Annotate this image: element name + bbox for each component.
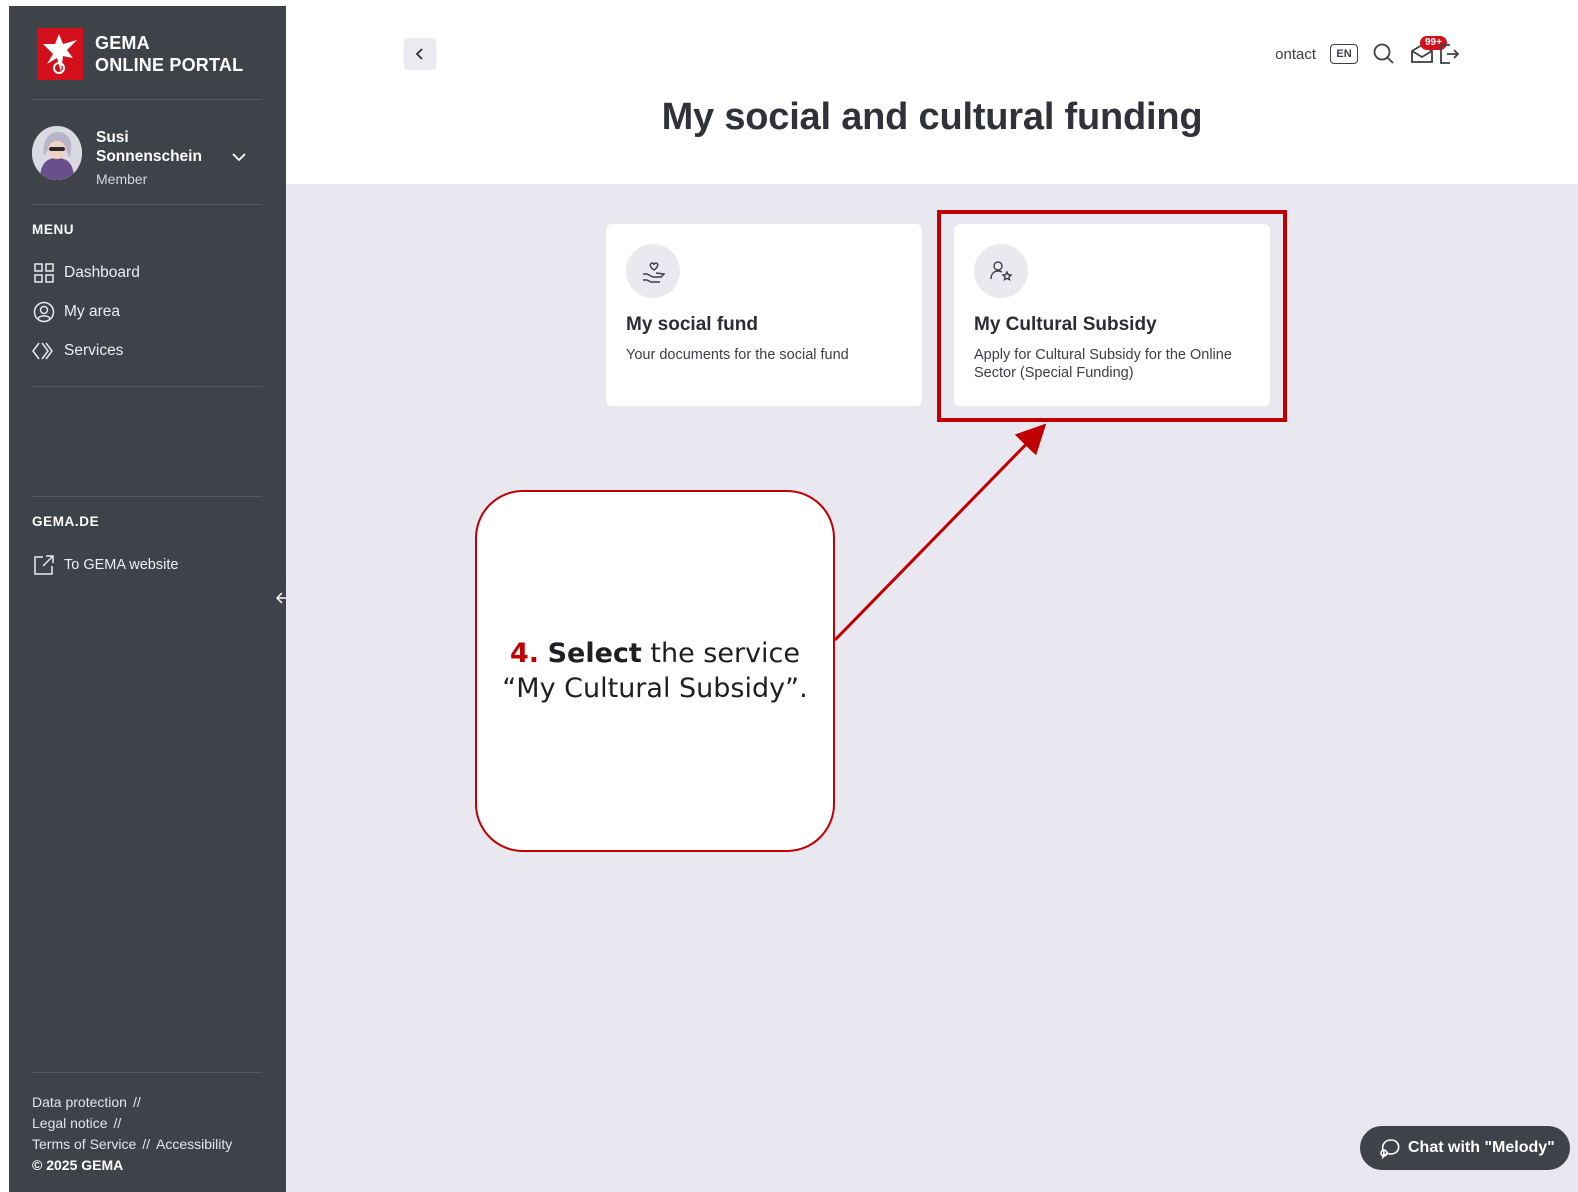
- divider: [32, 386, 262, 387]
- data-protection-link[interactable]: Data protection: [32, 1092, 127, 1113]
- language-switcher[interactable]: EN: [1330, 44, 1358, 64]
- sidebar: GEMA ONLINE PORTAL Susi Sonnenschein Mem…: [9, 6, 286, 1192]
- grid-icon: [32, 261, 56, 285]
- sidebar-item-label: My area: [64, 303, 120, 320]
- user-first-name: Susi: [96, 129, 129, 146]
- divider: [32, 204, 262, 205]
- gema-website-label: To GEMA website: [64, 557, 179, 573]
- divider: [32, 1072, 262, 1073]
- logout-icon[interactable]: [1438, 42, 1462, 66]
- terms-link[interactable]: Terms of Service: [32, 1134, 136, 1155]
- chat-label: Chat with "Melody": [1408, 1139, 1555, 1156]
- callout-action: Select: [547, 638, 642, 669]
- avatar: [32, 126, 82, 180]
- contact-link[interactable]: Contact: [1276, 46, 1316, 63]
- user-role: Member: [96, 171, 148, 187]
- sidebar-item-my-area[interactable]: My area: [32, 298, 120, 326]
- content-area: My social fund Your documents for the so…: [286, 184, 1578, 1192]
- gema-website-link[interactable]: To GEMA website: [32, 551, 178, 579]
- sidebar-item-label: Dashboard: [64, 264, 140, 281]
- sidebar-footer: Data protection // Legal notice // Terms…: [32, 1092, 232, 1176]
- chat-bubble-icon: [1378, 1136, 1402, 1160]
- callout-text: 4. Select the service “My Cultural Subsi…: [502, 636, 807, 706]
- footer-separator: //: [132, 1094, 141, 1110]
- copyright: © 2025 GEMA: [32, 1157, 124, 1173]
- back-button[interactable]: [404, 38, 436, 70]
- mail-icon[interactable]: 99+: [1410, 36, 1447, 66]
- brand-line-2: ONLINE PORTAL: [95, 55, 244, 75]
- external-link-icon: [32, 553, 56, 577]
- search-icon[interactable]: [1372, 42, 1396, 66]
- divider: [32, 99, 262, 100]
- gema-section-label: GEMA.DE: [32, 514, 100, 529]
- accessibility-link[interactable]: Accessibility: [156, 1134, 232, 1155]
- chat-button[interactable]: Chat with "Melody": [1360, 1126, 1570, 1170]
- brand-line-1: GEMA: [95, 33, 150, 53]
- top-right-actions: Contact EN 99+: [1276, 36, 1462, 68]
- user-menu[interactable]: Susi Sonnenschein Member: [32, 126, 262, 190]
- brand-name: GEMA ONLINE PORTAL: [95, 32, 243, 76]
- callout-line-2: “My Cultural Subsidy”.: [502, 673, 808, 704]
- main-header: Contact EN 99+: [286, 0, 1578, 184]
- brand[interactable]: GEMA ONLINE PORTAL: [37, 28, 243, 80]
- callout-line-1: the service: [641, 638, 801, 669]
- divider: [32, 496, 262, 497]
- sidebar-item-services[interactable]: Services: [32, 337, 123, 365]
- legal-notice-link[interactable]: Legal notice: [32, 1113, 108, 1134]
- chevron-down-icon[interactable]: [230, 148, 248, 166]
- footer-separator: //: [142, 1136, 151, 1152]
- sidebar-item-label: Services: [64, 342, 124, 359]
- user-circle-icon: [32, 300, 56, 324]
- menu-section-label: MENU: [32, 222, 75, 237]
- services-chevrons-icon: [32, 339, 56, 363]
- callout-step-number: 4.: [509, 638, 539, 669]
- user-name: Susi Sonnenschein: [96, 128, 216, 166]
- annotation-callout: 4. Select the service “My Cultural Subsi…: [475, 490, 835, 852]
- page-title: My social and cultural funding: [661, 96, 1203, 138]
- sidebar-item-dashboard[interactable]: Dashboard: [32, 259, 140, 287]
- user-last-name: Sonnenschein: [96, 148, 202, 165]
- chevron-left-icon: [415, 48, 423, 60]
- gema-logo-icon: [37, 28, 83, 80]
- footer-separator: //: [113, 1115, 122, 1131]
